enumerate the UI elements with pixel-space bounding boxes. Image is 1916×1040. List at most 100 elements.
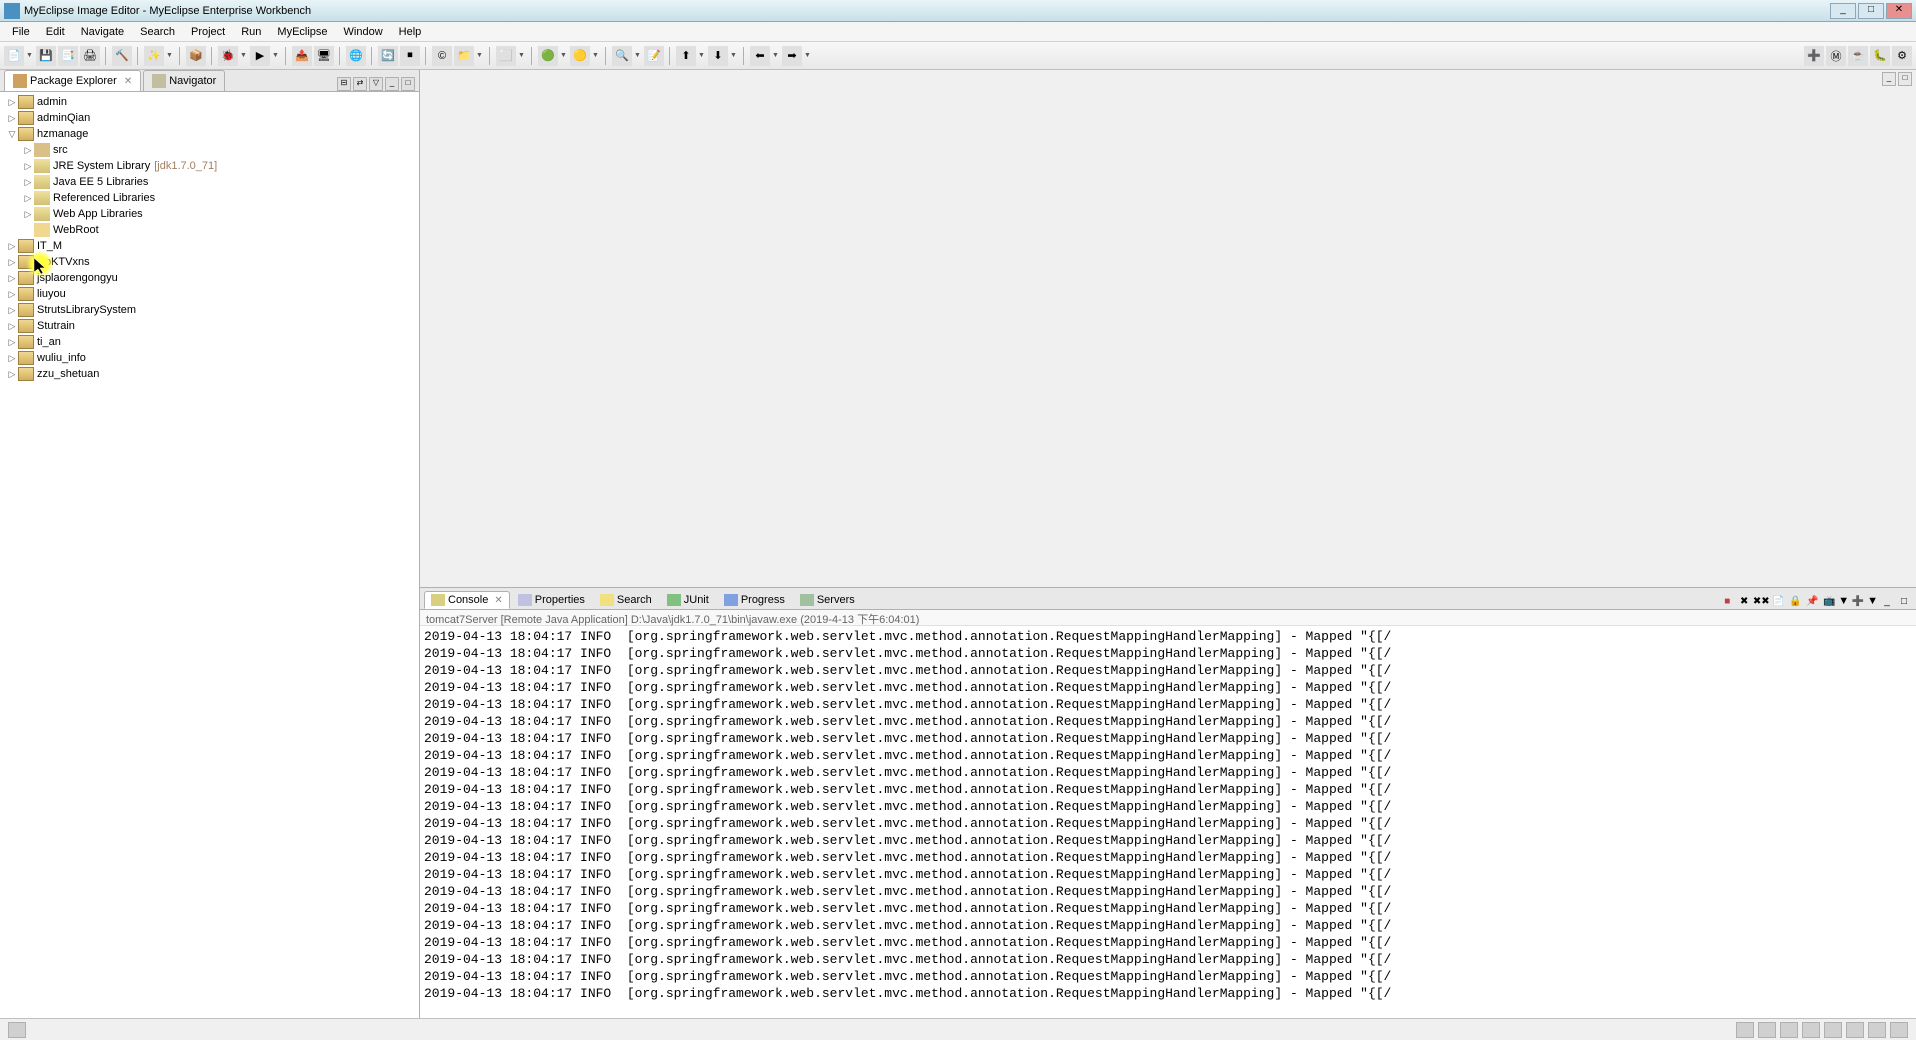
expander-icon[interactable]: ▷ [6, 353, 18, 364]
remove-all-button[interactable]: ✖✖ [1753, 593, 1769, 609]
print-button[interactable]: 🖨 [80, 46, 100, 66]
tree-item-ti-an[interactable]: ▷ti_an [2, 334, 417, 350]
editor-maximize-button[interactable]: □ [1898, 72, 1912, 86]
perspective-other-button[interactable]: ⚙ [1892, 46, 1912, 66]
tree-item-referenced-libraries[interactable]: ▷Referenced Libraries [2, 190, 417, 206]
minimize-view-button[interactable]: _ [385, 77, 399, 91]
save-button[interactable]: 💾 [36, 46, 56, 66]
forward-button[interactable]: ➡ [782, 46, 802, 66]
tab-console[interactable]: Console ✕ [424, 591, 510, 609]
expander-icon[interactable]: ▷ [6, 305, 18, 316]
menu-help[interactable]: Help [391, 24, 430, 40]
refresh-button[interactable]: 🔄 [378, 46, 398, 66]
expander-icon[interactable]: ▷ [22, 145, 34, 156]
server-button[interactable]: 🖥 [314, 46, 334, 66]
expander-icon[interactable]: ▷ [6, 241, 18, 252]
expander-icon[interactable]: ▷ [6, 321, 18, 332]
browser-button[interactable]: 🌐 [346, 46, 366, 66]
toggle-button[interactable]: ⬜ [496, 46, 516, 66]
tray-icon-5[interactable] [1824, 1022, 1842, 1038]
expander-icon[interactable]: ▷ [22, 193, 34, 204]
tree-item-hzmanage[interactable]: ▽hzmanage [2, 126, 417, 142]
clear-console-button[interactable]: 📄 [1770, 593, 1786, 609]
tray-icon-3[interactable] [1780, 1022, 1798, 1038]
collapse-all-button[interactable]: ⊟ [337, 77, 351, 91]
tree-item-stutrain[interactable]: ▷Stutrain [2, 318, 417, 334]
expander-icon[interactable]: ▷ [6, 337, 18, 348]
tree-item-jspktvxns[interactable]: ▷jspKTVxns [2, 254, 417, 270]
new-class-button[interactable]: © [432, 46, 452, 66]
expander-icon[interactable]: ▷ [6, 369, 18, 380]
perspective-open-button[interactable]: ➕ [1804, 46, 1824, 66]
save-all-button[interactable]: 📑 [58, 46, 78, 66]
maximize-view-button[interactable]: □ [401, 77, 415, 91]
perspective-myeclipse-button[interactable]: Ⓜ [1826, 46, 1846, 66]
expander-icon[interactable]: ▷ [22, 161, 34, 172]
view-menu-button[interactable]: ▽ [369, 77, 383, 91]
tree-item-jre-system-library[interactable]: ▷JRE System Library[jdk1.7.0_71] [2, 158, 417, 174]
maximize-button[interactable]: □ [1858, 3, 1884, 19]
run-as-button[interactable]: 🟢 [538, 46, 558, 66]
new-wizard-button[interactable]: ✨ [144, 46, 164, 66]
tray-icon-7[interactable] [1868, 1022, 1886, 1038]
close-icon[interactable]: ✕ [124, 76, 132, 87]
new-package-button[interactable]: 📁 [454, 46, 474, 66]
tree-item-web-app-libraries[interactable]: ▷Web App Libraries [2, 206, 417, 222]
tray-icon-1[interactable] [1736, 1022, 1754, 1038]
remove-launch-button[interactable]: ✖ [1736, 593, 1752, 609]
link-editor-button[interactable]: ⇄ [353, 77, 367, 91]
tray-icon-6[interactable] [1846, 1022, 1864, 1038]
bottom-minimize-button[interactable]: _ [1879, 593, 1895, 609]
expander-icon[interactable]: ▷ [6, 97, 18, 108]
menu-navigate[interactable]: Navigate [73, 24, 132, 40]
tab-servers[interactable]: Servers [793, 591, 862, 609]
package-explorer-tree[interactable]: ▷admin▷adminQian▽hzmanage▷src▷JRE System… [0, 92, 419, 1018]
menu-file[interactable]: File [4, 24, 38, 40]
debug-button[interactable]: 🐞 [218, 46, 238, 66]
search-button[interactable]: 🔍 [612, 46, 632, 66]
tab-navigator[interactable]: Navigator [143, 70, 225, 91]
menu-project[interactable]: Project [183, 24, 233, 40]
expander-icon[interactable]: ▷ [22, 209, 34, 220]
run-button[interactable]: ▶ [250, 46, 270, 66]
next-button[interactable]: ⬇ [708, 46, 728, 66]
tree-item-wuliu-info[interactable]: ▷wuliu_info [2, 350, 417, 366]
tree-item-it-m[interactable]: ▷IT_M [2, 238, 417, 254]
bottom-maximize-button[interactable]: □ [1896, 593, 1912, 609]
perspective-java-button[interactable]: ☕ [1848, 46, 1868, 66]
tray-icon-8[interactable] [1890, 1022, 1908, 1038]
package-button[interactable]: 📦 [186, 46, 206, 66]
scroll-lock-button[interactable]: 🔒 [1787, 593, 1803, 609]
tree-item-strutslibrarysystem[interactable]: ▷StrutsLibrarySystem [2, 302, 417, 318]
menu-run[interactable]: Run [233, 24, 269, 40]
console-output[interactable]: 2019-04-13 18:04:17 INFO [org.springfram… [420, 626, 1916, 1018]
pin-console-button[interactable]: 📌 [1804, 593, 1820, 609]
editor-minimize-button[interactable]: _ [1882, 72, 1896, 86]
menu-search[interactable]: Search [132, 24, 183, 40]
expander-icon[interactable]: ▷ [6, 257, 18, 268]
expander-icon[interactable]: ▷ [6, 273, 18, 284]
minimize-button[interactable]: _ [1830, 3, 1856, 19]
stop-button[interactable]: ⏹ [400, 46, 420, 66]
build-button[interactable]: 🔨 [112, 46, 132, 66]
tree-item-liuyou[interactable]: ▷liuyou [2, 286, 417, 302]
prev-button[interactable]: ⬆ [676, 46, 696, 66]
tree-item-jsplaorengongyu[interactable]: ▷jsplaorengongyu [2, 270, 417, 286]
back-button[interactable]: ⬅ [750, 46, 770, 66]
tab-search[interactable]: Search [593, 591, 659, 609]
tray-icon-4[interactable] [1802, 1022, 1820, 1038]
menu-window[interactable]: Window [336, 24, 391, 40]
tab-progress[interactable]: Progress [717, 591, 792, 609]
tree-item-webroot[interactable]: WebRoot [2, 222, 417, 238]
menu-edit[interactable]: Edit [38, 24, 73, 40]
close-button[interactable]: ✕ [1886, 3, 1912, 19]
expander-icon[interactable]: ▽ [6, 129, 18, 140]
open-console-button[interactable]: ➕ [1850, 593, 1866, 609]
menu-myeclipse[interactable]: MyEclipse [269, 24, 335, 40]
display-console-button[interactable]: 📺 [1821, 593, 1837, 609]
tray-icon-2[interactable] [1758, 1022, 1776, 1038]
terminate-button[interactable]: ■ [1719, 593, 1735, 609]
expander-icon[interactable]: ▷ [6, 113, 18, 124]
tree-item-zzu-shetuan[interactable]: ▷zzu_shetuan [2, 366, 417, 382]
tree-item-admin[interactable]: ▷admin [2, 94, 417, 110]
